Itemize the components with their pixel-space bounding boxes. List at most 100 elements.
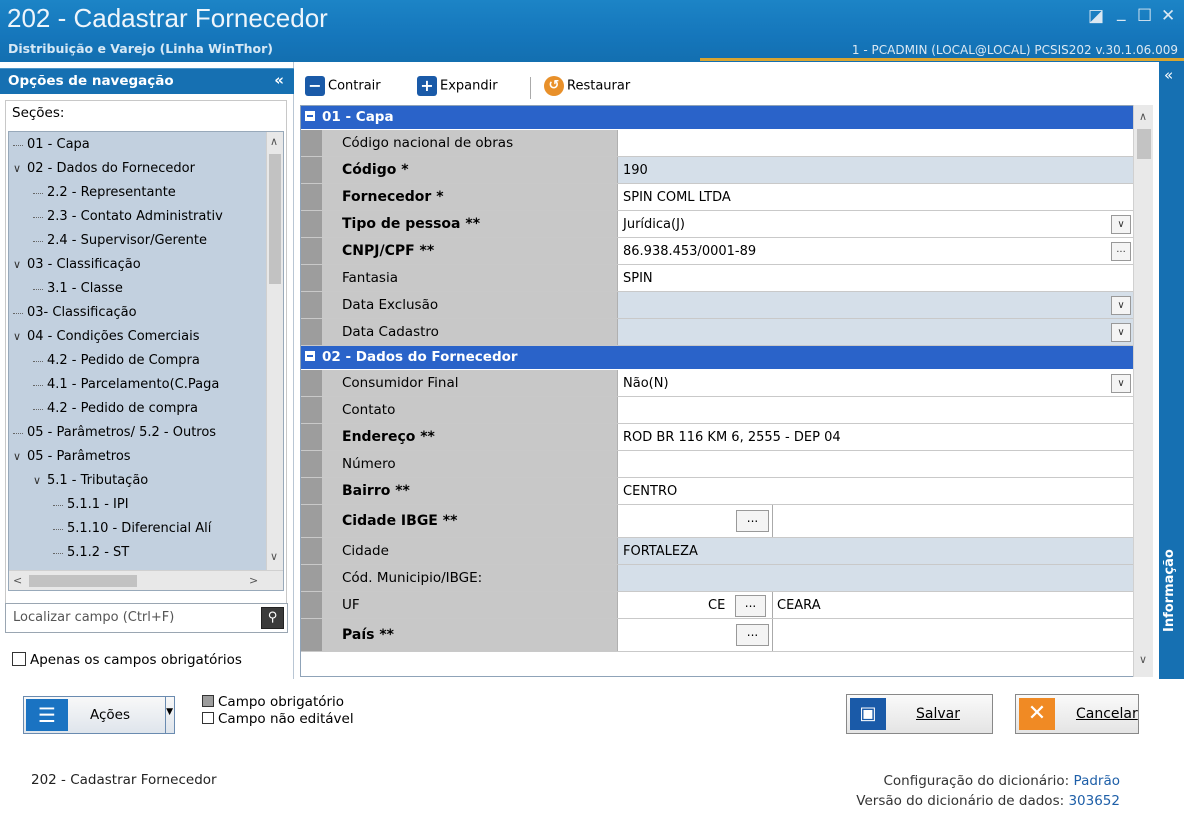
section-title: 02 - Dados do Fornecedor — [322, 349, 518, 365]
chevron-down-icon[interactable]: ∨ — [13, 325, 27, 348]
lookup-button[interactable]: ... — [735, 595, 766, 617]
tree-item[interactable]: 5.1.10 - Diferencial Alí — [53, 517, 211, 540]
field-label: Código * — [322, 157, 618, 183]
field-value[interactable]: 86.938.453/0001-89... — [618, 238, 1135, 264]
field-value[interactable] — [618, 397, 1135, 423]
collapse-button[interactable]: − Contrair — [305, 76, 381, 97]
search-input[interactable]: Localizar campo (Ctrl+F) — [13, 610, 174, 625]
field-value[interactable]: ROD BR 116 KM 6, 2555 - DEP 04 — [618, 424, 1135, 450]
scroll-down-icon[interactable]: ∨ — [1139, 653, 1147, 666]
minimize-icon[interactable]: _ — [1117, 2, 1126, 22]
tree-item[interactable]: ∨ 04 - Condições Comerciais — [13, 325, 200, 348]
lookup-button[interactable]: ... — [736, 624, 769, 646]
field-label: Endereço ** — [322, 424, 618, 450]
expand-info-icon[interactable]: « — [1164, 66, 1173, 84]
search-field[interactable]: Localizar campo (Ctrl+F) ⚲ — [5, 603, 288, 633]
field-value[interactable]: CENTRO — [618, 478, 1135, 504]
chevron-down-icon[interactable]: ∨ — [33, 469, 47, 492]
scroll-down-icon[interactable]: ∨ — [270, 550, 278, 563]
field-value[interactable]: ... — [618, 505, 1135, 537]
scroll-up-icon[interactable]: ∧ — [270, 135, 278, 148]
cancel-button[interactable]: ✕ Cancelar — [1015, 694, 1139, 734]
tree-item[interactable]: 05 - Parâmetros/ 5.2 - Outros — [13, 421, 216, 444]
scroll-right-icon[interactable]: > — [249, 574, 258, 587]
tree-item[interactable]: 4.2 - Pedido de compra — [33, 397, 198, 420]
scroll-thumb[interactable] — [29, 575, 137, 587]
tree-item[interactable]: ∨ 03 - Classificação — [13, 253, 141, 276]
collapse-section-icon[interactable] — [305, 111, 315, 121]
toolbar: − Contrair + Expandir ↺ Restaurar — [295, 73, 1158, 101]
scroll-left-icon[interactable]: < — [13, 574, 22, 587]
chevron-down-icon[interactable]: ∨ — [1111, 374, 1131, 393]
field-row: Fornecedor * SPIN COML LTDA — [301, 184, 1135, 211]
tree-item[interactable]: 4.2 - Pedido de Compra — [33, 349, 200, 372]
dict-config-label: Configuração do dicionário: — [883, 773, 1070, 789]
lookup-button[interactable]: ... — [736, 510, 769, 532]
field-value[interactable]: CE... CEARA — [618, 592, 1135, 618]
toolbar-separator — [530, 77, 531, 99]
save-button[interactable]: ▣ Salvar — [846, 694, 993, 734]
field-row: UF CE... CEARA — [301, 592, 1135, 619]
tree-item[interactable]: 5.1.2 - ST — [53, 541, 129, 564]
chevron-down-icon[interactable]: ∨ — [13, 253, 27, 276]
section-header[interactable]: 01 - Capa — [301, 106, 1135, 129]
tree-item[interactable]: ∨ 02 - Dados do Fornecedor — [13, 157, 195, 180]
checkbox-icon[interactable] — [12, 652, 26, 666]
expand-button[interactable]: + Expandir — [417, 76, 498, 97]
chevron-down-icon[interactable]: ∨ — [1111, 215, 1131, 234]
chevron-down-icon[interactable]: ∨ — [13, 445, 27, 468]
only-required-checkbox[interactable]: Apenas os campos obrigatórios — [12, 652, 242, 668]
field-value[interactable]: Não(N) ∨ — [618, 370, 1135, 396]
tree-item[interactable]: 2.2 - Representante — [33, 181, 176, 204]
collapse-section-icon[interactable] — [305, 351, 315, 361]
tree-vertical-scrollbar[interactable]: ∧ ∨ — [266, 132, 283, 570]
chevron-down-icon[interactable]: ∨ — [1111, 296, 1131, 315]
tree-item[interactable]: ∨ 05 - Parâmetros — [13, 445, 131, 468]
chevron-down-icon[interactable]: ∨ — [13, 157, 27, 180]
field-value-text: CENTRO — [623, 484, 678, 499]
caret-down-icon[interactable]: ▼ — [166, 707, 173, 717]
ellipsis-button[interactable]: ... — [1111, 242, 1131, 261]
actions-button[interactable]: ☰ Ações ▼ — [23, 696, 175, 734]
field-label: Bairro ** — [322, 478, 618, 504]
tree-item[interactable]: ∨ 5.1 - Tributação — [33, 469, 148, 492]
field-row: Código * 190 — [301, 157, 1135, 184]
section-header[interactable]: 02 - Dados do Fornecedor — [301, 346, 1135, 369]
restore-window-icon[interactable]: ◪ — [1088, 6, 1104, 26]
tree-item[interactable]: 5.1.1 - IPI — [53, 493, 129, 516]
tree-item[interactable]: 3.1 - Classe — [33, 277, 123, 300]
scroll-up-icon[interactable]: ∧ — [1139, 110, 1147, 123]
row-gutter — [301, 292, 322, 318]
search-icon[interactable]: ⚲ — [261, 607, 284, 629]
field-value[interactable]: SPIN — [618, 265, 1135, 291]
row-gutter — [301, 157, 322, 183]
field-value-text: 86.938.453/0001-89 — [623, 244, 757, 259]
tree-item[interactable]: 2.3 - Contato Administrativ — [33, 205, 223, 228]
field-value[interactable] — [618, 451, 1135, 477]
tree-item[interactable]: 2.4 - Supervisor/Gerente — [33, 229, 207, 252]
scroll-thumb[interactable] — [1137, 129, 1151, 159]
restore-button[interactable]: ↺ Restaurar — [544, 76, 630, 97]
close-icon[interactable]: ✕ — [1161, 6, 1175, 26]
collapse-navigation-icon[interactable]: « — [274, 71, 284, 89]
tree-item[interactable]: 03- Classificação — [13, 301, 137, 324]
field-value[interactable] — [618, 130, 1135, 156]
maximize-icon[interactable]: ☐ — [1137, 6, 1152, 26]
tree-connector — [33, 373, 47, 396]
actions-icon: ☰ — [26, 699, 68, 731]
grid-vertical-scrollbar[interactable]: ∧ ∨ — [1133, 105, 1153, 677]
tree-item[interactable]: 01 - Capa — [13, 133, 90, 156]
row-gutter — [301, 505, 322, 537]
title-bar: 202 - Cadastrar Fornecedor Distribuição … — [0, 0, 1184, 62]
tree-connector — [13, 421, 27, 444]
tree-item[interactable]: 4.1 - Parcelamento(C.Paga — [33, 373, 219, 396]
row-gutter — [301, 619, 322, 651]
info-side-panel[interactable]: « Informação — [1159, 62, 1184, 679]
field-value[interactable]: SPIN COML LTDA — [618, 184, 1135, 210]
field-value[interactable]: ... — [618, 619, 1135, 651]
field-value[interactable]: Jurídica(J) ∨ — [618, 211, 1135, 237]
tree-horizontal-scrollbar[interactable]: < > — [9, 570, 283, 590]
chevron-down-icon[interactable]: ∨ — [1111, 323, 1131, 342]
legend: Campo obrigatório Campo não editável — [202, 694, 354, 728]
scroll-thumb[interactable] — [269, 154, 281, 284]
